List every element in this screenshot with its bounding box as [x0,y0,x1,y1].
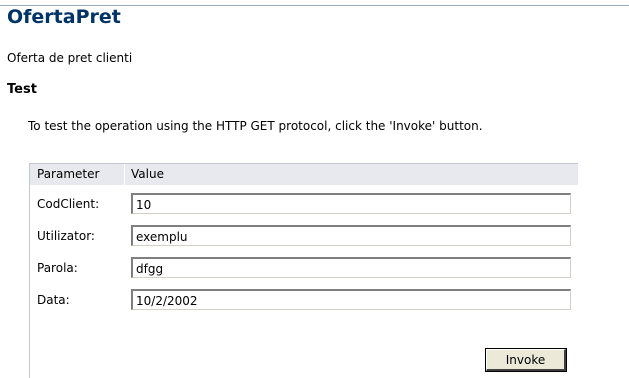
operation-title: OfertaPret [7,6,121,28]
param-row-codclient: CodClient: [30,189,578,221]
test-instructions: To test the operation using the HTTP GET… [28,119,483,133]
parameter-form: Parameter Value CodClient: Utilizator: P… [29,163,578,378]
param-row-data: Data: [30,285,578,317]
param-row-parola: Parola: [30,253,578,285]
param-row-utilizator: Utilizator: [30,221,578,253]
data-label: Data: [37,293,70,307]
codclient-input[interactable] [131,193,571,214]
test-heading: Test [7,82,37,97]
parola-input[interactable] [131,257,571,278]
utilizator-label: Utilizator: [37,229,95,243]
utilizator-input[interactable] [131,225,571,246]
parola-label: Parola: [37,261,78,275]
codclient-label: CodClient: [37,197,100,211]
parameter-column-header: Parameter [37,167,100,181]
operation-description: Oferta de pret clienti [7,51,133,65]
column-separator [124,164,125,185]
value-column-header: Value [131,167,164,181]
form-header-row: Parameter Value [30,164,578,185]
invoke-button[interactable]: Invoke [486,349,566,371]
data-input[interactable] [131,289,571,310]
service-test-page: OfertaPret Oferta de pret clienti Test T… [0,0,629,378]
